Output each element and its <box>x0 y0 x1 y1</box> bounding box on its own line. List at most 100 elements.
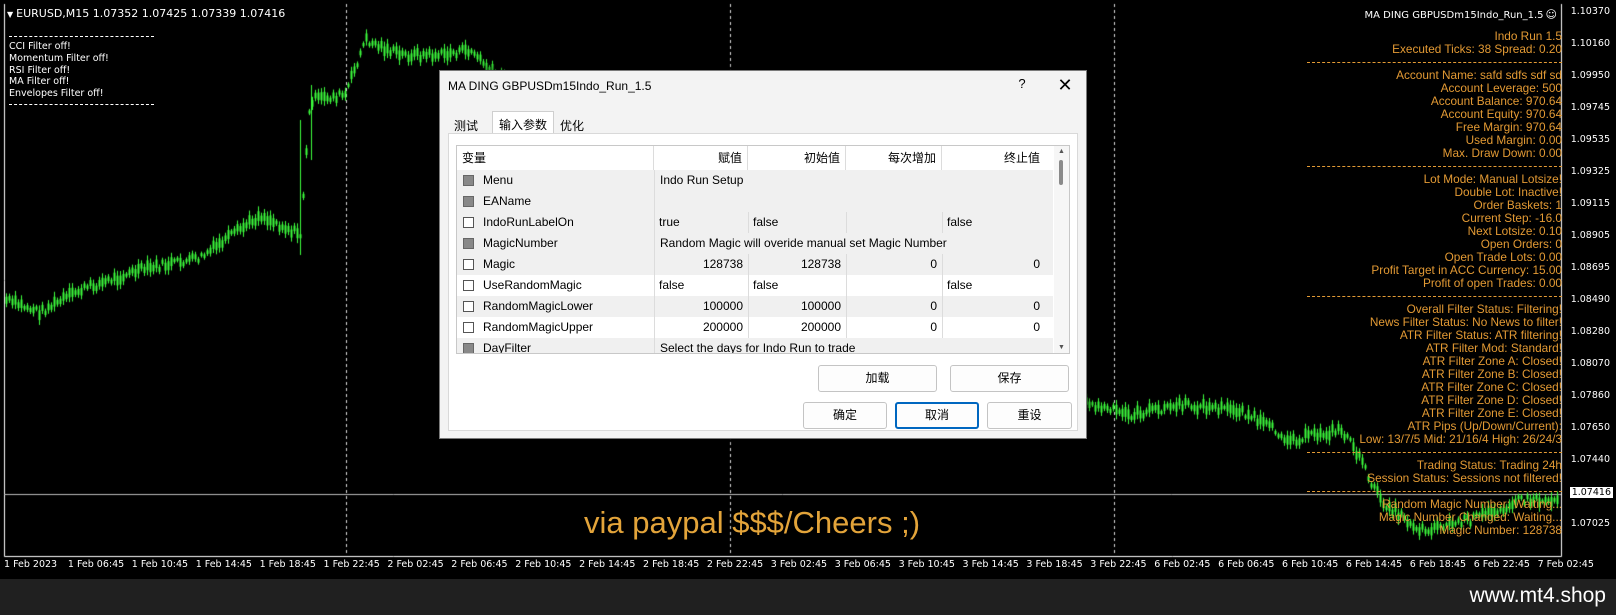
scroll-thumb[interactable] <box>1059 160 1063 185</box>
time-tick-label: 6 Feb 22:45 <box>1473 559 1530 570</box>
parameter-stop-cell[interactable]: 0 <box>943 317 1044 338</box>
info-line: Max. Draw Down: 0.00 <box>1442 146 1562 160</box>
parameter-value-cell[interactable]: 128738 <box>655 254 747 275</box>
parameter-name: RandomMagicUpper <box>483 320 594 334</box>
price-tick-label: 1.07025 <box>1570 518 1610 529</box>
price-axis[interactable]: 1.10370 1.10160 1.09950 1.09745 1.09535 1.093… <box>1562 0 1616 557</box>
collapse-triangle-icon[interactable]: ▼ <box>7 10 13 19</box>
column-value[interactable]: 赋值 <box>654 146 748 170</box>
parameter-step-cell[interactable]: 0 <box>847 317 941 338</box>
parameter-start-cell[interactable]: false <box>749 275 845 296</box>
help-icon[interactable]: ? <box>1012 76 1032 96</box>
optimize-checkbox[interactable] <box>463 196 474 207</box>
time-tick-label: 2 Feb 18:45 <box>643 559 700 570</box>
parameter-row[interactable]: UseRandomMagic false false false <box>457 275 1053 296</box>
save-button[interactable]: 保存 <box>950 365 1069 392</box>
divider <box>1307 166 1562 167</box>
expert-title: MA DING GBPUSDm15Indo_Run_1.5 ☺ <box>1365 8 1557 21</box>
optimize-checkbox[interactable] <box>463 175 474 186</box>
ea-properties-dialog: MA DING GBPUSDm15Indo_Run_1.5 ? ✕ 测试 输入参… <box>439 70 1087 439</box>
scroll-down-icon[interactable]: ▼ <box>1057 344 1066 351</box>
parameter-step-cell[interactable] <box>847 212 941 233</box>
parameter-step-cell[interactable]: 0 <box>847 254 941 275</box>
cancel-button[interactable]: 取消 <box>895 402 979 429</box>
parameter-start-cell[interactable]: 100000 <box>749 296 845 317</box>
parameter-value-cell[interactable]: 100000 <box>655 296 747 317</box>
parameter-row[interactable]: DayFilter Select the days for Indo Run to… <box>457 338 1053 354</box>
optimize-checkbox[interactable] <box>463 322 474 333</box>
time-tick-label: 2 Feb 10:45 <box>515 559 572 570</box>
parameter-start-cell[interactable]: 200000 <box>749 317 845 338</box>
time-tick-label: 3 Feb 10:45 <box>898 559 955 570</box>
parameter-step-cell[interactable] <box>847 275 941 296</box>
column-step[interactable]: 每次增加 <box>846 146 942 170</box>
time-axis[interactable]: 1 Feb 2023 1 Feb 06:45 1 Feb 10:45 1 Feb 14… <box>0 557 1594 577</box>
column-stop[interactable]: 终止值 <box>942 146 1045 170</box>
time-tick-label: 2 Feb 02:45 <box>387 559 444 570</box>
parameter-stop-cell[interactable]: false <box>943 212 1044 233</box>
parameter-row[interactable]: Menu Indo Run Setup <box>457 170 1053 191</box>
expert-name: MA DING GBPUSDm15Indo_Run_1.5 <box>1364 10 1544 21</box>
column-variable[interactable]: 变量 <box>457 146 654 170</box>
info-line: Magic Number: 128738 <box>1439 523 1562 537</box>
optimize-checkbox[interactable] <box>463 217 474 228</box>
time-tick-label: 6 Feb 10:45 <box>1282 559 1339 570</box>
parameter-row[interactable]: IndoRunLabelOn true false false <box>457 212 1053 233</box>
filter-status: CCI Filter off! <box>9 41 71 52</box>
price-tick-label: 1.09745 <box>1570 102 1610 113</box>
parameter-name: MagicNumber <box>483 236 558 250</box>
time-tick-label: 2 Feb 14:45 <box>579 559 636 570</box>
time-tick-label: 6 Feb 14:45 <box>1345 559 1403 570</box>
filter-status-list: CCI Filter off! Momentum Filter off! RSI F… <box>9 36 154 105</box>
reset-button[interactable]: 重设 <box>987 402 1072 429</box>
parameter-row[interactable]: RandomMagicLower 100000 100000 0 0 <box>457 296 1053 317</box>
watermark: www.mt4.shop <box>1469 584 1606 607</box>
load-button[interactable]: 加载 <box>818 365 937 392</box>
parameter-value-cell[interactable]: true <box>655 212 747 233</box>
optimize-checkbox[interactable] <box>463 280 474 291</box>
tab-testing[interactable]: 测试 <box>448 113 492 133</box>
parameter-row[interactable]: MagicNumber Random Magic will overide man… <box>457 233 1053 254</box>
parameter-start-cell[interactable]: 128738 <box>749 254 845 275</box>
optimize-checkbox[interactable] <box>463 343 474 353</box>
parameter-row[interactable]: EAName <box>457 191 1053 212</box>
price-tick-label: 1.09115 <box>1570 198 1610 209</box>
time-tick-label: 1 Feb 14:45 <box>195 559 252 570</box>
parameters-grid: 变量 赋值 初始值 每次增加 终止值 Menu Indo Run Setup EAN… <box>456 145 1070 354</box>
smiley-icon: ☺ <box>1545 8 1557 21</box>
time-tick-label: 7 Feb 02:45 <box>1537 559 1594 570</box>
parameter-name: Menu <box>483 173 514 187</box>
price-tick-label: 1.07650 <box>1570 422 1610 433</box>
parameter-stop-cell[interactable]: false <box>943 275 1044 296</box>
time-tick-label: 3 Feb 06:45 <box>834 559 891 570</box>
parameter-value-cell[interactable]: false <box>655 275 747 296</box>
column-start[interactable]: 初始值 <box>748 146 846 170</box>
parameter-value-cell[interactable]: 200000 <box>655 317 747 338</box>
scroll-up-icon[interactable]: ▲ <box>1057 148 1066 155</box>
parameter-name: DayFilter <box>483 341 532 354</box>
dialog-title: MA DING GBPUSDm15Indo_Run_1.5 <box>448 79 652 93</box>
price-tick-label: 1.08280 <box>1570 326 1610 337</box>
info-line: Low: 13/7/5 Mid: 21/16/4 High: 26/24/3 <box>1359 432 1562 446</box>
optimize-checkbox[interactable] <box>463 238 474 249</box>
parameter-name: IndoRunLabelOn <box>483 215 574 229</box>
parameter-stop-cell[interactable]: 0 <box>943 254 1044 275</box>
tab-inputs[interactable]: 输入参数 <box>492 111 554 134</box>
optimize-checkbox[interactable] <box>463 301 474 312</box>
time-tick-label: 6 Feb 06:45 <box>1218 559 1275 570</box>
promo-text: via paypal $$$/Cheers ;) <box>584 505 921 540</box>
symbol-quote: EURUSD,M15 1.07352 1.07425 1.07339 1.074… <box>16 7 286 20</box>
parameter-row[interactable]: Magic 128738 128738 0 0 <box>457 254 1053 275</box>
divider <box>1307 491 1562 492</box>
parameter-stop-cell[interactable]: 0 <box>943 296 1044 317</box>
filter-status: RSI Filter off! <box>9 64 71 76</box>
ok-button[interactable]: 确定 <box>803 402 887 429</box>
optimize-checkbox[interactable] <box>463 259 474 270</box>
tab-optimization[interactable]: 优化 <box>554 113 594 133</box>
price-tick-label: 1.10160 <box>1570 38 1610 49</box>
parameter-step-cell[interactable]: 0 <box>847 296 941 317</box>
parameter-start-cell[interactable]: false <box>749 212 845 233</box>
parameter-row[interactable]: RandomMagicUpper 200000 200000 0 0 <box>457 317 1053 338</box>
close-icon[interactable]: ✕ <box>1053 74 1077 96</box>
grid-scrollbar[interactable]: ▲ ▼ <box>1054 146 1069 353</box>
